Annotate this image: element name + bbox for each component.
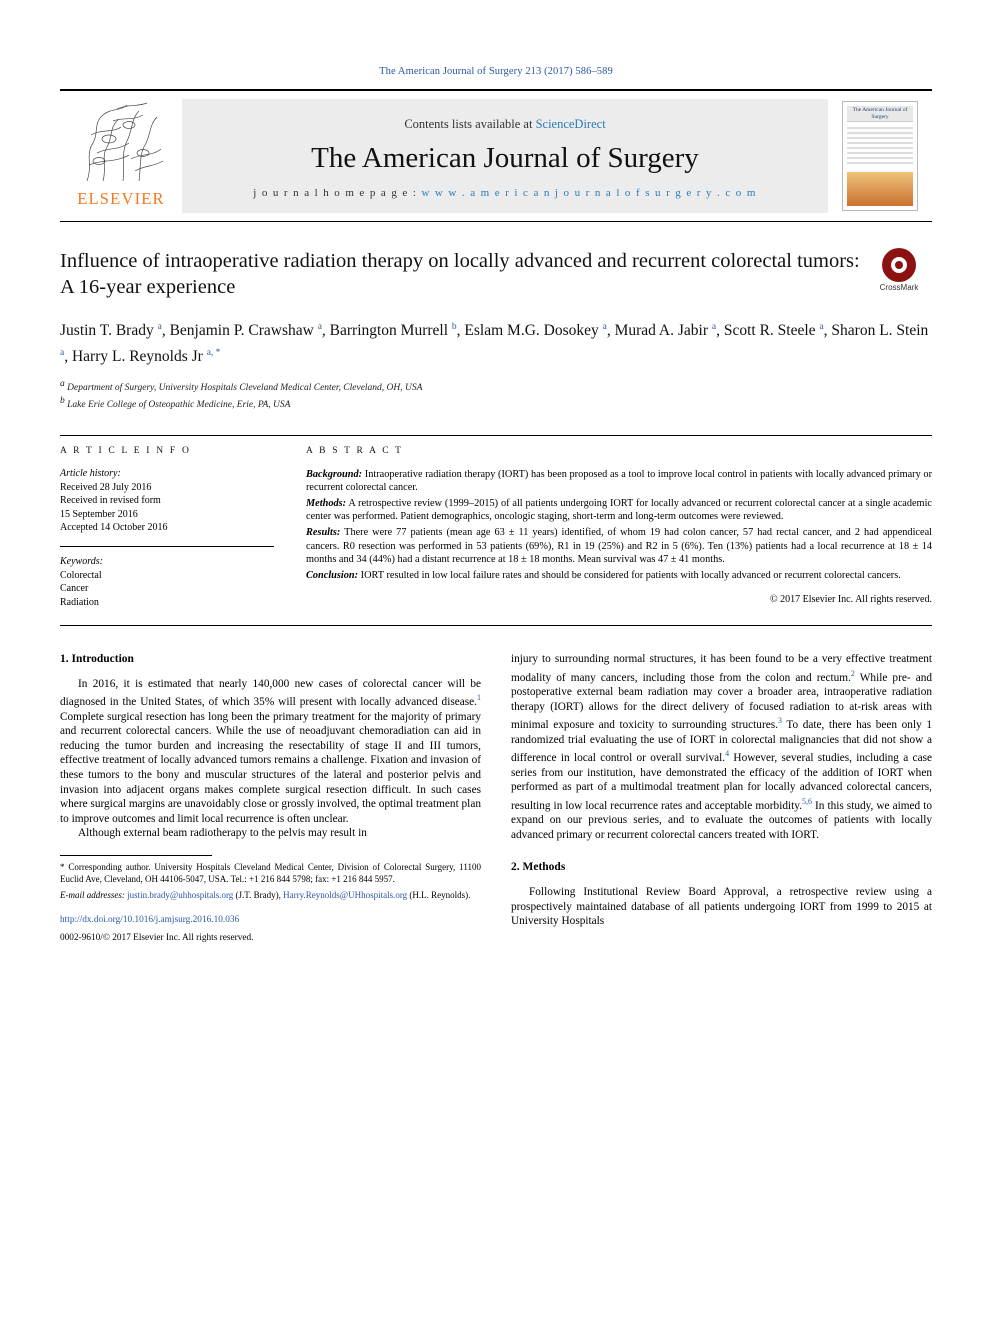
right-paragraph-1: injury to surrounding normal structures,… xyxy=(511,653,932,841)
publisher-logo: ELSEVIER xyxy=(60,91,182,221)
elsevier-tree-icon xyxy=(73,95,169,187)
affiliation-b: b Lake Erie College of Osteopathic Medic… xyxy=(60,396,291,411)
keyword-item: Colorectal xyxy=(60,569,102,581)
keyword-item: Cancer xyxy=(60,583,89,595)
crossmark-icon xyxy=(882,248,916,282)
heading-methods: 2. Methods xyxy=(511,861,566,874)
info-abstract-section: A R T I C L E I N F O Article history: R… xyxy=(60,434,932,610)
keywords-title: Keywords: xyxy=(60,555,103,567)
journal-title: The American Journal of Surgery xyxy=(311,142,699,174)
cover-title: The American Journal of Surgery xyxy=(847,106,913,122)
email-link-1[interactable]: justin.brady@uhhospitals.org xyxy=(127,890,233,900)
journal-masthead: ELSEVIER Contents lists available at Sci… xyxy=(60,89,932,222)
abstract-bottom-rule xyxy=(60,625,932,627)
abstract-conclusion-text: IORT resulted in low local failure rates… xyxy=(358,569,901,581)
affiliation-b-text: Lake Erie College of Osteopathic Medicin… xyxy=(67,400,291,411)
article-history-title: Article history: xyxy=(60,467,121,479)
contents-available-line: Contents lists available at ScienceDirec… xyxy=(404,117,605,132)
doi-link[interactable]: http://dx.doi.org/10.1016/j.amjsurg.2016… xyxy=(60,913,481,928)
corresponding-author-note: * Corresponding author. University Hospi… xyxy=(60,862,481,886)
corresponding-marker: * xyxy=(60,862,65,873)
affiliations: a Department of Surgery, University Hosp… xyxy=(60,378,932,412)
accepted-date: Accepted 14 October 2016 xyxy=(60,522,168,534)
abstract-methods-text: A retrospective review (1999–2015) of al… xyxy=(306,497,932,523)
journal-homepage-line: j o u r n a l h o m e p a g e : w w w . … xyxy=(253,187,757,199)
abstract-results: Results: There were 77 patients (mean ag… xyxy=(306,526,932,567)
body-column-right: injury to surrounding normal structures,… xyxy=(511,652,932,945)
abstract-conclusion: Conclusion: IORT resulted in low local f… xyxy=(306,569,932,583)
keyword-item: Radiation xyxy=(60,596,99,608)
email-label: E-mail addresses: xyxy=(60,889,125,900)
journal-cover-thumbnail: The American Journal of Surgery xyxy=(828,91,932,221)
abstract-background-label: Background: xyxy=(306,468,363,480)
cover-image: The American Journal of Surgery xyxy=(842,101,918,211)
masthead-center: Contents lists available at ScienceDirec… xyxy=(182,99,828,213)
abstract-background: Background: Intraoperative radiation the… xyxy=(306,468,932,495)
body-column-left: 1. Introduction In 2016, it is estimated… xyxy=(60,652,481,945)
abstract-heading: A B S T R A C T xyxy=(306,445,404,456)
affiliation-a: a Department of Surgery, University Hosp… xyxy=(60,379,423,394)
issn-copyright: 0002-9610/© 2017 Elsevier Inc. All right… xyxy=(60,933,254,943)
intro-paragraph-2: Although external beam radiotherapy to t… xyxy=(78,827,367,840)
corresponding-text: Corresponding author. University Hospita… xyxy=(60,862,482,884)
revised-date: 15 September 2016 xyxy=(60,508,138,520)
crossmark-label: CrossMark xyxy=(879,283,919,292)
info-divider xyxy=(60,545,274,547)
homepage-prefix: j o u r n a l h o m e p a g e : xyxy=(253,187,422,199)
cover-photo xyxy=(847,172,913,206)
abstract-copyright: © 2017 Elsevier Inc. All rights reserved… xyxy=(769,594,932,606)
body-columns: 1. Introduction In 2016, it is estimated… xyxy=(60,652,932,945)
received-date: Received 28 July 2016 xyxy=(60,481,152,493)
author-list: Justin T. Brady a, Benjamin P. Crawshaw … xyxy=(60,322,929,366)
affiliation-a-text: Department of Surgery, University Hospit… xyxy=(67,383,423,394)
email-owner-1: (J.T. Brady), xyxy=(233,889,284,900)
abstract-results-text: There were 77 patients (mean age 63 ± 11… xyxy=(306,527,932,566)
email-link-2[interactable]: Harry.Reynolds@UHhospitals.org xyxy=(283,890,407,900)
revised-label: Received in revised form xyxy=(60,495,161,507)
email-note: E-mail addresses: justin.brady@uhhospita… xyxy=(60,890,481,902)
intro-paragraph-1: In 2016, it is estimated that nearly 140… xyxy=(60,677,481,825)
cover-text-lines xyxy=(847,127,913,164)
methods-paragraph-1: Following Institutional Review Board App… xyxy=(511,885,932,928)
article-title: Influence of intraoperative radiation th… xyxy=(60,250,860,298)
heading-introduction: 1. Introduction xyxy=(60,653,134,666)
email-owner-2: (H.L. Reynolds). xyxy=(407,889,471,900)
contents-prefix: Contents lists available at xyxy=(404,117,536,131)
article-info-heading: A R T I C L E I N F O xyxy=(60,445,192,456)
crossmark-badge[interactable]: CrossMark xyxy=(866,248,932,292)
footnote-rule xyxy=(60,855,212,857)
sciencedirect-link[interactable]: ScienceDirect xyxy=(536,117,606,131)
title-block: Influence of intraoperative radiation th… xyxy=(60,248,932,413)
abstract-methods: Methods: A retrospective review (1999–20… xyxy=(306,497,932,524)
abstract-conclusion-label: Conclusion: xyxy=(306,569,359,581)
abstract-results-label: Results: xyxy=(306,527,341,538)
abstract-background-text: Intraoperative radiation therapy (IORT) … xyxy=(306,468,932,494)
abstract-methods-label: Methods: xyxy=(306,497,347,509)
elsevier-wordmark: ELSEVIER xyxy=(77,189,165,208)
article-page: The American Journal of Surgery 213 (201… xyxy=(0,0,992,1323)
running-head: The American Journal of Surgery 213 (201… xyxy=(379,66,613,77)
article-info-column: A R T I C L E I N F O Article history: R… xyxy=(60,446,292,610)
homepage-url[interactable]: w w w . a m e r i c a n j o u r n a l o … xyxy=(421,187,756,199)
abstract-column: A B S T R A C T Background: Intraoperati… xyxy=(292,446,932,610)
